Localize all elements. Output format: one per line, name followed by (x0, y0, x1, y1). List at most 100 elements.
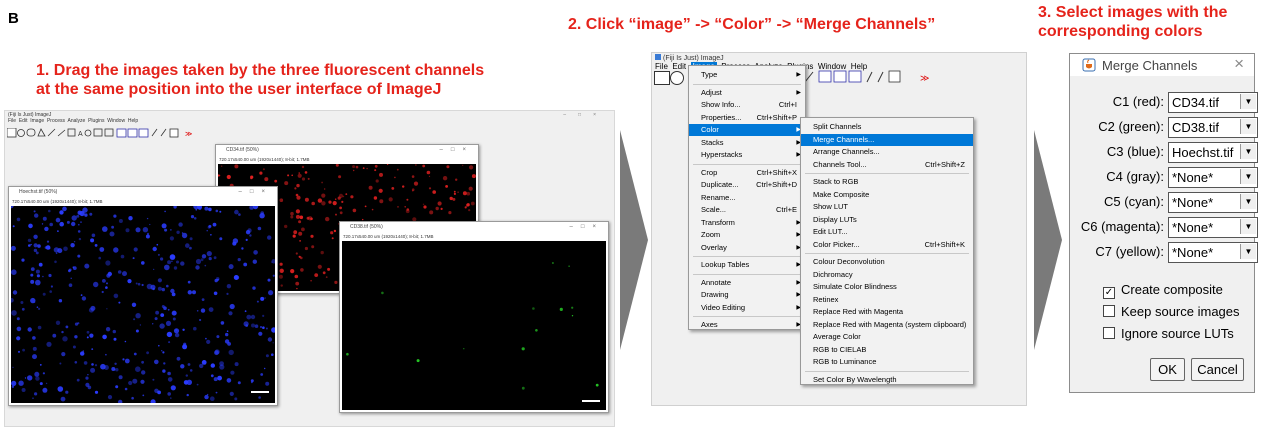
chevron-down-icon[interactable]: ▼ (1240, 144, 1256, 159)
menu-image[interactable]: Image (30, 118, 44, 124)
menu-item-dichromacy[interactable]: Dichromacy (801, 269, 973, 281)
menu-file[interactable]: File (8, 118, 16, 124)
menu-item-scale[interactable]: Scale... Ctrl+E (689, 204, 805, 216)
menu-item-show-info[interactable]: Show Info... Ctrl+I (689, 99, 805, 111)
menu-item-set-color-by-wavelength[interactable]: Set Color By Wavelength (801, 374, 973, 386)
menu-item-stacks[interactable]: Stacks ▶ (689, 137, 805, 149)
menu-item-properties[interactable]: Properties... Ctrl+Shift+P (689, 112, 805, 124)
menu-item-split-channels[interactable]: Split Channels (801, 121, 973, 133)
image-canvas[interactable] (9, 203, 277, 405)
menu-item-make-composite[interactable]: Make Composite (801, 189, 973, 201)
channel-select-c2[interactable]: CD38.tif ▼ (1168, 117, 1258, 138)
fluorescent-spot (118, 301, 121, 304)
menu-item-axes[interactable]: Axes ▶ (689, 319, 805, 331)
menu-item-crop[interactable]: Crop Ctrl+Shift+X (689, 167, 805, 179)
step2-caption: 2. Click “image” -> “Color” -> “Merge Ch… (568, 16, 936, 33)
menu-item-video-editing[interactable]: Video Editing ▶ (689, 302, 805, 314)
channel-select-c6[interactable]: *None* ▼ (1168, 217, 1258, 238)
fluorescent-spot (468, 209, 471, 212)
image-window-blue[interactable]: Hoechst.tif (50%) –□× 720.17x540.00 um (1… (8, 186, 278, 406)
checkbox-box[interactable] (1103, 327, 1115, 339)
create-composite-checkbox[interactable]: ✓ Create composite (1103, 282, 1223, 299)
menu-item-color[interactable]: Color ▶ (689, 124, 805, 136)
menu-item-arrange-channels[interactable]: Arrange Channels... (801, 146, 973, 158)
menu-help[interactable]: Help (128, 118, 138, 124)
image-canvas[interactable] (342, 241, 606, 410)
channel-select-c3[interactable]: Hoechst.tif ▼ (1168, 142, 1258, 163)
ok-button[interactable]: OK (1150, 358, 1185, 381)
menu-item-display-luts[interactable]: Display LUTs (801, 214, 973, 226)
menu-item-rename[interactable]: Rename... (689, 192, 805, 204)
fluorescent-spot (232, 238, 239, 244)
menu-file[interactable]: File (655, 62, 668, 71)
menu-item-average-color[interactable]: Average Color (801, 331, 973, 343)
menu-item-edit-lut[interactable]: Edit LUT... (801, 226, 973, 238)
image-window-green[interactable]: CD38.tif (50%) –□× 720.17x540.00 um (1920… (339, 221, 609, 413)
cancel-button[interactable]: Cancel (1191, 358, 1244, 381)
fluorescent-spot (327, 267, 331, 271)
menu-item-drawing[interactable]: Drawing ▶ (689, 289, 805, 301)
menu-item-replace-red-with-magenta[interactable]: Replace Red with Magenta (801, 306, 973, 318)
menu-item-lookup-tables[interactable]: Lookup Tables ▶ (689, 259, 805, 271)
menu-item-duplicate[interactable]: Duplicate... Ctrl+Shift+D (689, 179, 805, 191)
chevron-down-icon[interactable]: ▼ (1240, 94, 1256, 109)
channel-select-c1[interactable]: CD34.tif ▼ (1168, 92, 1258, 113)
menu-item-label: Stack to RGB (813, 177, 859, 186)
menu-item-retinex[interactable]: Retinex (801, 294, 973, 306)
fluorescent-spot (124, 387, 128, 391)
menu-plugins[interactable]: Plugins (88, 118, 104, 124)
fluorescent-spot (152, 323, 154, 325)
menu-item-rgb-to-cielab[interactable]: RGB to CIELAB (801, 344, 973, 356)
channel-label: C1 (red): (1112, 94, 1164, 109)
menu-item-adjust[interactable]: Adjust ▶ (689, 87, 805, 99)
menu-window[interactable]: Window (107, 118, 125, 124)
chevron-down-icon[interactable]: ▼ (1240, 219, 1256, 234)
menu-item-channels-tool[interactable]: Channels Tool... Ctrl+Shift+Z (801, 159, 973, 171)
menu-item-replace-red-with-magenta-system-clipboard[interactable]: Replace Red with Magenta (system clipboa… (801, 319, 973, 331)
menu-item-transform[interactable]: Transform ▶ (689, 217, 805, 229)
window-controls[interactable]: –□× (440, 145, 474, 156)
menu-item-stack-to-rgb[interactable]: Stack to RGB (801, 176, 973, 188)
keep-source-images-checkbox[interactable]: Keep source images (1103, 304, 1240, 319)
step3-line2: corresponding colors (1038, 23, 1203, 40)
menu-item-overlay[interactable]: Overlay ▶ (689, 242, 805, 254)
ignore-source-luts-checkbox[interactable]: Ignore source LUTs (1103, 326, 1234, 341)
fluorescent-spot (114, 362, 117, 365)
toolbar-icons[interactable]: A ≫ (6, 127, 207, 138)
checkbox-box[interactable] (1103, 305, 1115, 317)
channel-select-c7[interactable]: *None* ▼ (1168, 242, 1258, 263)
fluorescent-spot (208, 207, 212, 212)
menu-item-simulate-color-blindness[interactable]: Simulate Color Blindness (801, 281, 973, 293)
menu-item-annotate[interactable]: Annotate ▶ (689, 277, 805, 289)
menu-item-color-picker[interactable]: Color Picker... Ctrl+Shift+K (801, 239, 973, 251)
fiji-window-controls[interactable]: –□× (563, 112, 608, 118)
rectangle-tool-icon[interactable] (654, 71, 670, 85)
menu-process[interactable]: Process (47, 118, 65, 124)
window-controls[interactable]: –□× (239, 187, 273, 198)
menu-item-zoom[interactable]: Zoom ▶ (689, 229, 805, 241)
menu-item-rgb-to-luminance[interactable]: RGB to Luminance (801, 356, 973, 368)
menu-analyze[interactable]: Analyze (68, 118, 86, 124)
close-icon[interactable]: × (1234, 54, 1244, 74)
fluorescent-spot (237, 258, 241, 262)
chevron-down-icon[interactable]: ▼ (1240, 169, 1256, 184)
chevron-down-icon[interactable]: ▼ (1240, 244, 1256, 259)
menu-item-show-lut[interactable]: Show LUT (801, 201, 973, 213)
menu-edit[interactable]: Edit (19, 118, 28, 124)
chevron-down-icon[interactable]: ▼ (1240, 194, 1256, 209)
oval-tool-icon[interactable] (670, 71, 684, 85)
menu-item-colour-deconvolution[interactable]: Colour Deconvolution (801, 256, 973, 268)
fluorescent-spot (334, 198, 337, 200)
chevron-down-icon[interactable]: ▼ (1240, 119, 1256, 134)
menu-item-hyperstacks[interactable]: Hyperstacks ▶ (689, 149, 805, 161)
menu-item-type[interactable]: Type ▶ (689, 69, 805, 81)
fluorescent-spot (39, 382, 43, 386)
window-controls[interactable]: –□× (570, 222, 604, 233)
toolbar-icons[interactable]: ≫ (792, 70, 942, 84)
channel-select-c4[interactable]: *None* ▼ (1168, 167, 1258, 188)
channel-select-c5[interactable]: *None* ▼ (1168, 192, 1258, 213)
fluorescent-spot (78, 223, 80, 226)
checkbox-box[interactable]: ✓ (1103, 287, 1115, 299)
menu-item-merge-channels[interactable]: Merge Channels... (801, 133, 973, 146)
menu-edit[interactable]: Edit (672, 62, 686, 71)
